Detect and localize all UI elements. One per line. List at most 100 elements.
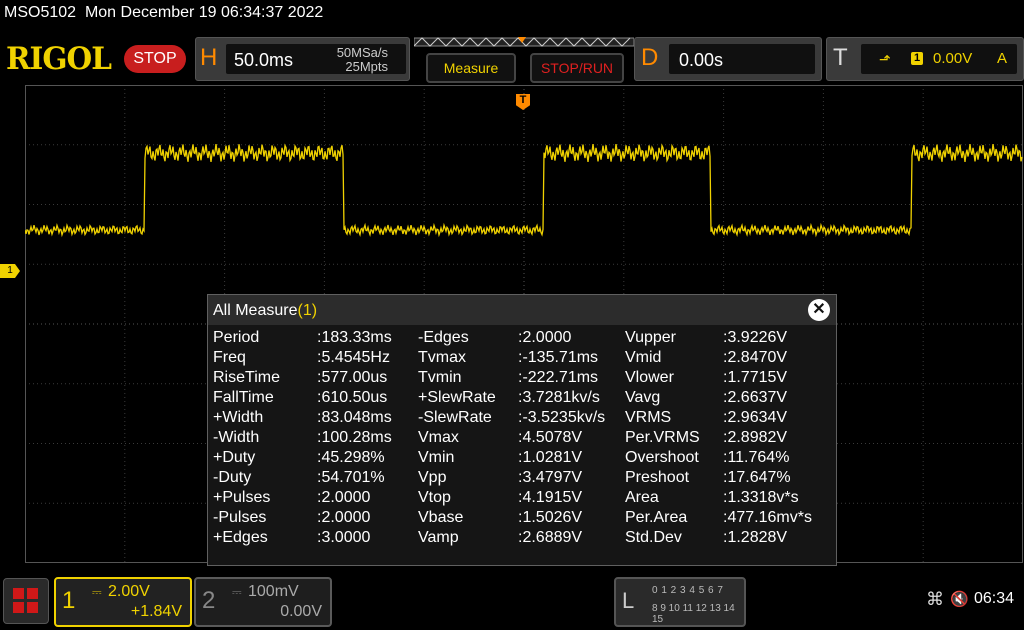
measure-value: :1.2828V [723, 529, 788, 546]
measure-value: :1.7715V [723, 369, 788, 386]
measure-label: -Edges [418, 329, 469, 346]
measure-value: :-3.5235kv/s [518, 409, 606, 426]
bottom-bar: 1 ⎓ 2.00V +1.84V 2 ⎓ 100mV 0.00V L 0 1 2… [0, 573, 1024, 630]
measure-label: +SlewRate [418, 389, 496, 406]
ch1-scale: 2.00V [108, 583, 150, 600]
logic-channels-row2: 8 9 10 11 12 13 14 15 [652, 603, 735, 625]
speaker-muted-icon[interactable]: 🔇 [950, 590, 969, 608]
measure-label: Tvmax [418, 349, 466, 366]
measure-value: :2.0000 [518, 329, 572, 346]
measure-value: :3.0000 [317, 529, 371, 546]
measure-label: Overshoot [625, 449, 699, 466]
measure-label: -Pulses [213, 509, 267, 526]
panel-title-text: All Measure [213, 302, 298, 319]
panel-channel: (1) [297, 302, 318, 319]
trigger-control[interactable]: T ⬏ 1 0.00V A [826, 37, 1024, 81]
measure-value: :4.1915V [518, 489, 583, 506]
measure-value: :1.5026V [518, 509, 583, 526]
sample-rate: 50MSa/s [336, 45, 388, 60]
clock: 06:34 [974, 590, 1015, 607]
measure-label: Per.Area [625, 509, 688, 526]
menu-icon[interactable] [3, 578, 49, 624]
measure-button[interactable]: Measure [426, 53, 516, 83]
run-state-badge[interactable]: STOP [124, 45, 186, 73]
measure-label: RiseTime [213, 369, 280, 386]
measure-value: :610.50us [317, 389, 388, 406]
delay-letter: D [641, 44, 659, 71]
measure-value: :83.048ms [317, 409, 392, 426]
measure-value: :2.8470V [723, 349, 788, 366]
measure-label: Vlower [625, 369, 674, 386]
ch2-number: 2 [202, 587, 216, 614]
measure-label: +Edges [213, 529, 268, 546]
measure-value: :2.0000 [317, 489, 371, 506]
timebase-value: 50.0ms [234, 50, 294, 70]
measure-value: :5.4545Hz [317, 349, 390, 366]
measure-label: Per.VRMS [625, 429, 700, 446]
stop-run-button[interactable]: STOP/RUN [530, 53, 624, 83]
measure-label: Vbase [418, 509, 464, 526]
trigger-source: 1 [911, 52, 923, 65]
measure-value: :2.6889V [518, 529, 583, 546]
measure-label: Vmax [418, 429, 459, 446]
all-measure-panel: All Measure(1) ✕ Period :183.33ms Freq :5.4… [207, 294, 837, 566]
measure-label: VRMS [625, 409, 672, 426]
measure-value: :17.647% [723, 469, 791, 486]
ch1-offset: +1.84V [130, 603, 182, 620]
measure-value: :3.9226V [723, 329, 788, 346]
channel-2-control[interactable]: 2 ⎓ 100mV 0.00V [194, 577, 332, 627]
measure-label: Vpp [418, 469, 447, 486]
measure-label: Vupper [625, 329, 676, 346]
measure-value: :2.9634V [723, 409, 788, 426]
delay-value: 0.00s [679, 50, 724, 70]
measure-label: Freq [213, 349, 246, 366]
measure-value: :-135.71ms [518, 349, 599, 366]
measure-label: +Pulses [213, 489, 271, 506]
measure-label: -Width [213, 429, 260, 446]
panel-header: All Measure(1) ✕ [208, 295, 836, 325]
measure-label: +Duty [213, 449, 256, 466]
ch1-offset-marker[interactable]: 1 [0, 264, 20, 278]
measure-label: Area [625, 489, 659, 506]
measure-label: -SlewRate [418, 409, 492, 426]
measure-value: :2.6637V [723, 389, 788, 406]
measure-label: FallTime [213, 389, 274, 406]
dc-coupling-icon: ⎓ [92, 585, 102, 599]
measure-value: :3.4797V [518, 469, 583, 486]
measure-value: :11.764% [723, 449, 790, 466]
measure-value: :4.5078V [518, 429, 583, 446]
trigger-level: 0.00V [933, 50, 973, 67]
horizontal-display: 50.0ms 50MSa/s 25Mpts [226, 44, 406, 74]
measure-label: -Duty [213, 469, 252, 486]
ch2-scale: 100mV [248, 583, 299, 600]
measure-label: Vmin [418, 449, 455, 466]
toolbar: RIGOL STOP H 50.0ms 50MSa/s 25Mpts Measu… [0, 33, 1024, 85]
measure-label: Vmid [625, 349, 662, 366]
dc-coupling-icon: ⎓ [232, 585, 242, 599]
logic-channels-row1: 0 1 2 3 4 5 6 7 [652, 585, 724, 596]
measure-value: :100.28ms [317, 429, 392, 446]
measure-label: Std.Dev [625, 529, 682, 546]
measure-value: :-222.71ms [518, 369, 599, 386]
model-name: MSO5102 [4, 4, 77, 21]
close-icon[interactable]: ✕ [808, 299, 830, 321]
measure-value: :577.00us [317, 369, 388, 386]
logic-analyzer-control[interactable]: L 0 1 2 3 4 5 6 7 8 9 10 11 12 13 14 15 [614, 577, 746, 627]
horizontal-control[interactable]: H 50.0ms 50MSa/s 25Mpts [195, 37, 410, 81]
memory-timeline-icon [414, 37, 634, 47]
panel-title: All Measure(1) [213, 302, 317, 320]
measure-label: Preshoot [625, 469, 690, 486]
measure-value: :1.0281V [518, 449, 583, 466]
datetime: Mon December 19 06:34:37 2022 [84, 4, 324, 21]
measure-value: :45.298% [317, 449, 385, 466]
delay-control[interactable]: D 0.00s [634, 37, 822, 81]
ch2-offset: 0.00V [280, 603, 322, 620]
trigger-mode: A [996, 50, 1007, 67]
trigger-display: ⬏ 1 0.00V A [861, 44, 1017, 74]
channel-1-control[interactable]: 1 ⎓ 2.00V +1.84V [54, 577, 192, 627]
measure-label: Vavg [625, 389, 661, 406]
brand-logo: RIGOL [6, 41, 112, 77]
measure-label: Vamp [418, 529, 459, 546]
measure-label: Period [213, 329, 260, 346]
measure-value: :183.33ms [317, 329, 392, 346]
